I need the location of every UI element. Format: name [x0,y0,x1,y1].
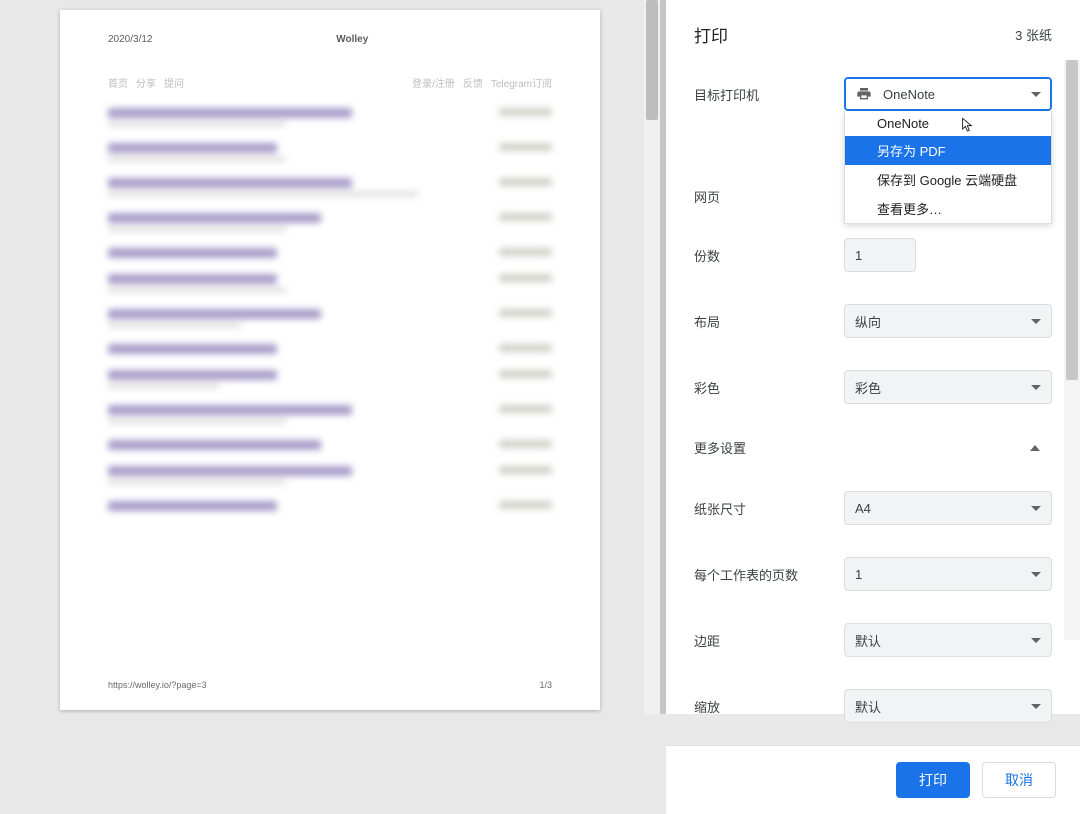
cancel-button[interactable]: 取消 [982,762,1056,798]
preview-page: 2020/3/12 Wolley 首页 分享 提问 登录/注册 反馈 Teleg… [60,10,600,710]
scale-label: 缩放 [694,697,844,716]
row-paper: 纸张尺寸 A4 [694,475,1068,541]
layout-value: 纵向 [855,312,881,331]
copies-label: 份数 [694,246,844,265]
color-select[interactable]: 彩色 [844,370,1052,404]
layout-select[interactable]: 纵向 [844,304,1052,338]
caret-down-icon [1031,319,1041,324]
layout-label: 布局 [694,312,844,331]
blurred-content [108,108,552,511]
caret-down-icon [1031,638,1041,643]
margins-select[interactable]: 默认 [844,623,1052,657]
page-nav: 首页 分享 提问 登录/注册 反馈 Telegram订阅 [108,75,552,90]
preview-scrollbar-thumb[interactable] [646,0,658,120]
row-color: 彩色 彩色 [694,354,1068,420]
dropdown-item-onenote[interactable]: OneNote [845,111,1051,136]
nav-share: 分享 [136,75,156,90]
footer-page-number: 1/3 [539,680,552,690]
panel-body: 目标打印机 OneNote OneNote 另存为 PDF 保存到 Google… [666,55,1080,745]
print-panel: 打印 3 张纸 目标打印机 OneNote OneNote 另存为 PDF 保存… [666,0,1080,714]
print-button[interactable]: 打印 [896,762,970,798]
printer-icon [855,86,873,102]
margins-label: 边距 [694,631,844,650]
copies-input[interactable] [844,238,916,272]
page-footer: https://wolley.io/?page=3 1/3 [108,680,552,690]
destination-value: OneNote [883,87,935,102]
caret-down-icon [1031,704,1041,709]
preview-scrollbar[interactable] [644,0,660,714]
row-copies: 份数 [694,222,1068,288]
dropdown-item-see-more[interactable]: 查看更多… [845,194,1051,223]
more-settings-toggle[interactable]: 更多设置 [694,420,1068,475]
nav-home: 首页 [108,75,128,90]
color-value: 彩色 [855,378,881,397]
per-sheet-label: 每个工作表的页数 [694,565,844,584]
scale-select[interactable]: 默认 [844,689,1052,723]
margins-value: 默认 [855,631,881,650]
dropdown-item-google-drive[interactable]: 保存到 Google 云端硬盘 [845,165,1051,194]
paper-value: A4 [855,501,871,516]
pages-label: 网页 [694,187,844,206]
more-settings-label: 更多设置 [694,438,746,457]
row-margins: 边距 默认 [694,607,1068,673]
chevron-up-icon [1030,445,1040,451]
destination-label: 目标打印机 [694,85,844,104]
destination-select[interactable]: OneNote [844,77,1052,111]
print-preview-pane: 2020/3/12 Wolley 首页 分享 提问 登录/注册 反馈 Teleg… [0,0,660,714]
caret-down-icon [1031,506,1041,511]
page-date: 2020/3/12 [108,34,153,45]
nav-feedback: 反馈 [463,75,483,90]
caret-down-icon [1031,385,1041,390]
nav-telegram: Telegram订阅 [491,75,552,90]
panel-scrollbar-thumb[interactable] [1066,60,1078,380]
panel-heading: 打印 [694,22,728,47]
page-title: Wolley [336,34,368,45]
row-layout: 布局 纵向 [694,288,1068,354]
nav-login: 登录/注册 [412,75,455,90]
caret-down-icon [1031,92,1041,97]
sheet-count: 3 张纸 [1015,25,1052,44]
panel-header: 打印 3 张纸 [666,0,1080,55]
row-destination: 目标打印机 OneNote OneNote 另存为 PDF 保存到 Google… [694,61,1068,127]
caret-down-icon [1031,572,1041,577]
footer-url: https://wolley.io/?page=3 [108,680,207,690]
row-scale: 缩放 默认 [694,673,1068,739]
dropdown-item-save-as-pdf[interactable]: 另存为 PDF [845,136,1051,165]
panel-footer: 打印 取消 [666,745,1080,814]
per-sheet-value: 1 [855,567,862,582]
panel-scrollbar[interactable] [1064,60,1080,640]
nav-ask: 提问 [164,75,184,90]
color-label: 彩色 [694,378,844,397]
scale-value: 默认 [855,697,881,716]
row-per-sheet: 每个工作表的页数 1 [694,541,1068,607]
destination-dropdown[interactable]: OneNote 另存为 PDF 保存到 Google 云端硬盘 查看更多… [844,111,1052,224]
per-sheet-select[interactable]: 1 [844,557,1052,591]
page-header: 2020/3/12 Wolley [108,34,552,45]
paper-label: 纸张尺寸 [694,499,844,518]
paper-select[interactable]: A4 [844,491,1052,525]
